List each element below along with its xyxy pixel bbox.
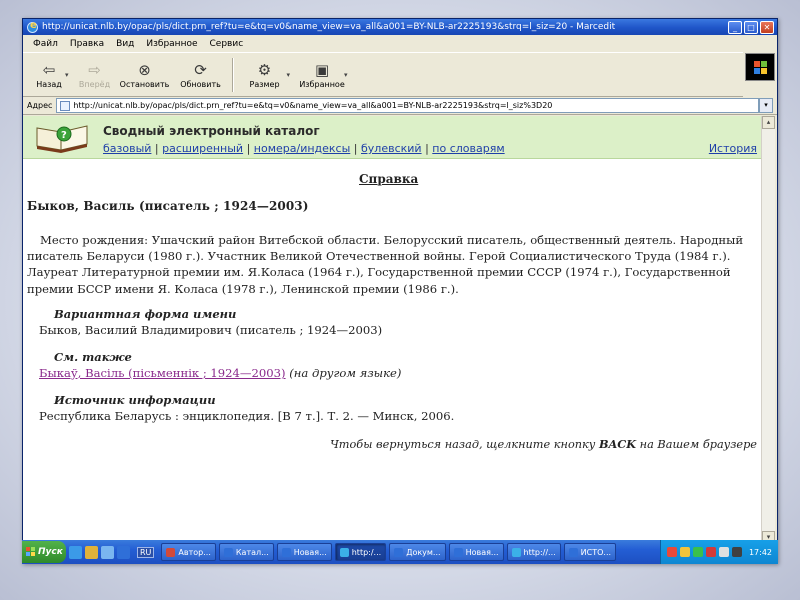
- stop-icon: ⊗: [138, 61, 151, 79]
- system-tray: 17:42: [659, 540, 778, 564]
- book-icon: ?: [36, 125, 88, 153]
- ie-quicklaunch-icon[interactable]: [69, 545, 82, 559]
- forward-button[interactable]: ⇨ Вперёд: [73, 55, 117, 95]
- nav-dictionaries-link[interactable]: по словарям: [432, 142, 504, 155]
- history-link[interactable]: История: [709, 142, 757, 155]
- address-url: http://unicat.nlb.by/opac/pls/dict.prn_r…: [73, 101, 553, 110]
- catalog-header: ? Сводный электронный каталог базовый | …: [23, 116, 763, 159]
- menu-view[interactable]: Вид: [110, 39, 140, 49]
- forward-arrow-icon: ⇨: [88, 61, 101, 79]
- back-instruction: Чтобы вернуться назад, щелкните кнопку B…: [330, 437, 757, 451]
- toolbar: ⇦ Назад ▾ ⇨ Вперёд ⊗ Остановить ⟳ Обнови…: [23, 52, 743, 97]
- minimize-button[interactable]: _: [728, 20, 742, 34]
- menu-bar: Файл Правка Вид Избранное Сервис: [23, 35, 777, 52]
- refresh-icon: ⟳: [194, 61, 207, 79]
- word-icon: [568, 547, 578, 557]
- nav-advanced-link[interactable]: расширенный: [162, 142, 243, 155]
- favorites-button[interactable]: ▣ Избранное: [294, 55, 350, 95]
- biography-paragraph: Место рождения: Ушачский район Витебской…: [27, 233, 744, 296]
- volume-icon[interactable]: [718, 547, 729, 557]
- stop-button[interactable]: ⊗ Остановить: [117, 55, 173, 95]
- ie-icon: [27, 20, 38, 33]
- back-dropdown-icon[interactable]: ▾: [65, 71, 69, 79]
- task-new-1[interactable]: Новая...: [276, 543, 332, 561]
- see-also-note: (на другом языке): [289, 366, 402, 380]
- svg-text:?: ?: [61, 130, 67, 141]
- close-button[interactable]: ✕: [760, 20, 774, 34]
- network-icon[interactable]: [692, 547, 703, 557]
- scroll-up-icon[interactable]: ▴: [762, 116, 775, 129]
- see-also-label: См. также: [54, 350, 132, 364]
- back-key: BACK: [598, 437, 637, 451]
- word-icon: [281, 547, 291, 557]
- menu-tools[interactable]: Сервис: [204, 39, 250, 49]
- variant-form-label: Вариантная форма имени: [54, 307, 237, 321]
- task-document[interactable]: Докум...: [389, 543, 446, 561]
- menu-file[interactable]: Файл: [27, 39, 64, 49]
- nav-boolean-link[interactable]: булевский: [361, 142, 422, 155]
- source-label: Источник информации: [54, 393, 216, 407]
- font-size-icon: ⚙: [257, 61, 272, 79]
- display-icon[interactable]: [731, 547, 742, 557]
- search-mode-nav: базовый | расширенный | номера/индексы |…: [103, 142, 505, 155]
- author-heading: Быков, Василь (писатель ; 1924—2003): [27, 199, 309, 213]
- address-label: Адрес: [27, 101, 53, 110]
- address-bar: Адрес http://unicat.nlb.by/opac/pls/dict…: [23, 97, 777, 115]
- word-icon: [453, 547, 463, 557]
- task-new-2[interactable]: Новая...: [448, 543, 504, 561]
- variant-form-text: Быков, Василий Владимирович (писатель ; …: [39, 323, 383, 337]
- task-history[interactable]: ИСТО...: [563, 543, 617, 561]
- toolbar-separator: [231, 57, 234, 92]
- task-catalog[interactable]: Катал...: [218, 543, 274, 561]
- nav-numbers-link[interactable]: номера/индексы: [254, 142, 351, 155]
- security-icon[interactable]: [679, 547, 690, 557]
- address-input[interactable]: http://unicat.nlb.by/opac/pls/dict.prn_r…: [56, 98, 759, 113]
- address-dropdown-icon[interactable]: ▾: [759, 98, 773, 113]
- update-icon[interactable]: [705, 547, 716, 557]
- source-text: Республика Беларусь : энциклопедия. [В 7…: [39, 409, 455, 423]
- media-quicklaunch-icon[interactable]: [117, 545, 130, 559]
- explorer-quicklaunch-icon[interactable]: [85, 545, 98, 559]
- catalog-title: Сводный электронный каталог: [103, 124, 320, 138]
- maximize-button[interactable]: □: [744, 20, 758, 34]
- ie-icon: [511, 547, 521, 557]
- refresh-button[interactable]: ⟳ Обновить: [173, 55, 229, 95]
- windows-logo: [745, 53, 775, 81]
- size-button[interactable]: ⚙ Размер: [237, 55, 293, 95]
- taskbar: Пуск RU Автор... Катал... Новая... http:…: [22, 540, 778, 564]
- window-title: http://unicat.nlb.by/opac/pls/dict.prn_r…: [42, 22, 616, 32]
- size-dropdown-icon[interactable]: ▾: [287, 71, 291, 79]
- task-browser-2[interactable]: http://...: [506, 543, 561, 561]
- vertical-scrollbar[interactable]: ▴ ▾: [761, 116, 775, 544]
- see-also-link[interactable]: Быкаў, Васіль (пісьменнік ; 1924—2003): [39, 366, 286, 380]
- menu-favorites[interactable]: Избранное: [140, 39, 203, 49]
- browser-window: http://unicat.nlb.by/opac/pls/dict.prn_r…: [22, 18, 778, 564]
- clock: 17:42: [748, 547, 772, 557]
- task-browser-active[interactable]: http:/...: [334, 543, 387, 561]
- see-also-entry: Быкаў, Васіль (пісьменнік ; 1924—2003) (…: [39, 366, 401, 380]
- word-icon: [394, 547, 404, 557]
- powerpoint-icon: [166, 547, 176, 557]
- antivirus-icon[interactable]: [666, 547, 677, 557]
- start-button[interactable]: Пуск: [22, 541, 66, 563]
- favorites-icon: ▣: [314, 61, 330, 79]
- word-icon: [223, 547, 233, 557]
- page-viewport: ? Сводный электронный каталог базовый | …: [23, 116, 763, 544]
- title-bar: http://unicat.nlb.by/opac/pls/dict.prn_r…: [23, 19, 777, 35]
- page-title: Справка: [359, 172, 419, 186]
- page-icon: [60, 100, 71, 111]
- desktop-quicklaunch-icon[interactable]: [101, 545, 114, 559]
- ie-icon: [339, 547, 349, 557]
- windows-flag-icon: [26, 547, 36, 557]
- language-indicator[interactable]: RU: [137, 546, 155, 558]
- menu-edit[interactable]: Правка: [64, 39, 110, 49]
- task-author[interactable]: Автор...: [161, 543, 216, 561]
- back-arrow-icon: ⇦: [42, 61, 56, 79]
- nav-basic-link[interactable]: базовый: [103, 142, 151, 155]
- favorites-dropdown-icon[interactable]: ▾: [344, 71, 348, 79]
